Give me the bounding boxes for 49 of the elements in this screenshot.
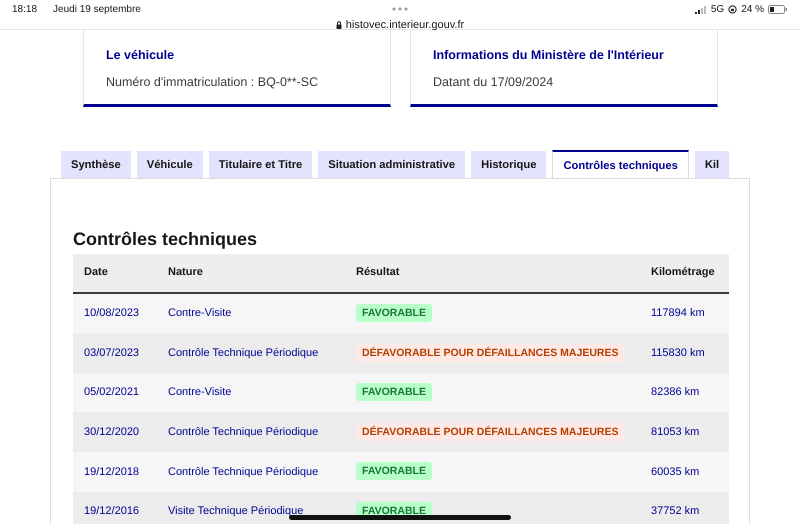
- tab[interactable]: Contrôles techniques: [552, 150, 689, 178]
- tab[interactable]: Kil: [694, 151, 730, 178]
- table-cell: 115830 km: [651, 346, 705, 359]
- battery-icon: [768, 5, 788, 14]
- table-cell: Visite Technique Périodique: [168, 505, 304, 518]
- tab[interactable]: Véhicule: [136, 151, 203, 178]
- tab[interactable]: Synthèse: [61, 151, 131, 178]
- table-cell: 60035 km: [651, 466, 700, 478]
- card-text: Numéro d'immatriculation : BQ-0**-SC: [106, 74, 320, 91]
- table-cell: Contrôle Technique Périodique: [168, 466, 318, 478]
- column-header: Nature: [168, 266, 203, 278]
- tab[interactable]: Titulaire et Titre: [208, 151, 312, 178]
- card-text: Datant du 17/09/2024: [433, 74, 554, 91]
- card-title: Informations du Ministère de l'Intérieur: [433, 47, 665, 64]
- table-cell: Contre-Visite: [168, 307, 232, 320]
- network-label: 5G: [710, 3, 724, 17]
- date-text: Jeudi 19 septembre: [53, 3, 141, 17]
- table-cell: 05/02/2021: [84, 386, 140, 398]
- table-cell: 30/12/2020: [84, 426, 140, 438]
- battery-percent: 24 %: [741, 3, 764, 17]
- result-badge: DÉFAVORABLE POUR DÉFAILLANCES MAJEURES: [356, 344, 624, 362]
- section-title: Contrôles techniques: [73, 229, 258, 251]
- rotation-lock-icon: [728, 5, 738, 14]
- column-header: Date: [84, 266, 108, 278]
- signal-icon: [694, 6, 707, 14]
- result-badge: FAVORABLE: [356, 304, 432, 322]
- tab[interactable]: Situation administrative: [318, 151, 466, 178]
- table-cell: 03/07/2023: [84, 346, 140, 359]
- url-text[interactable]: histovec.interieur.gouv.fr: [346, 17, 464, 34]
- table-cell: Contrôle Technique Périodique: [168, 426, 318, 438]
- table-cell: 19/12/2016: [84, 505, 140, 518]
- table-cell: Contre-Visite: [168, 386, 232, 398]
- result-badge: DÉFAVORABLE POUR DÉFAILLANCES MAJEURES: [356, 422, 624, 441]
- table-cell: 82386 km: [651, 386, 700, 398]
- tab[interactable]: Historique: [471, 151, 546, 178]
- table-cell: Contrôle Technique Périodique: [168, 346, 318, 359]
- table-cell: 10/08/2023: [84, 307, 140, 320]
- column-header: Kilométrage: [651, 266, 715, 278]
- table-cell: 19/12/2018: [84, 466, 140, 478]
- table-cell: 37752 km: [651, 505, 700, 518]
- result-badge: FAVORABLE: [356, 383, 432, 402]
- table-cell: 117894 km: [651, 307, 705, 320]
- more-icon[interactable]: [392, 7, 408, 12]
- column-header: Résultat: [356, 266, 400, 278]
- card-title: Le véhicule: [106, 47, 176, 64]
- result-badge: FAVORABLE: [356, 462, 432, 480]
- clock-time: 18:18: [12, 3, 38, 17]
- table-cell: 81053 km: [651, 426, 700, 438]
- lock-icon: [336, 21, 342, 30]
